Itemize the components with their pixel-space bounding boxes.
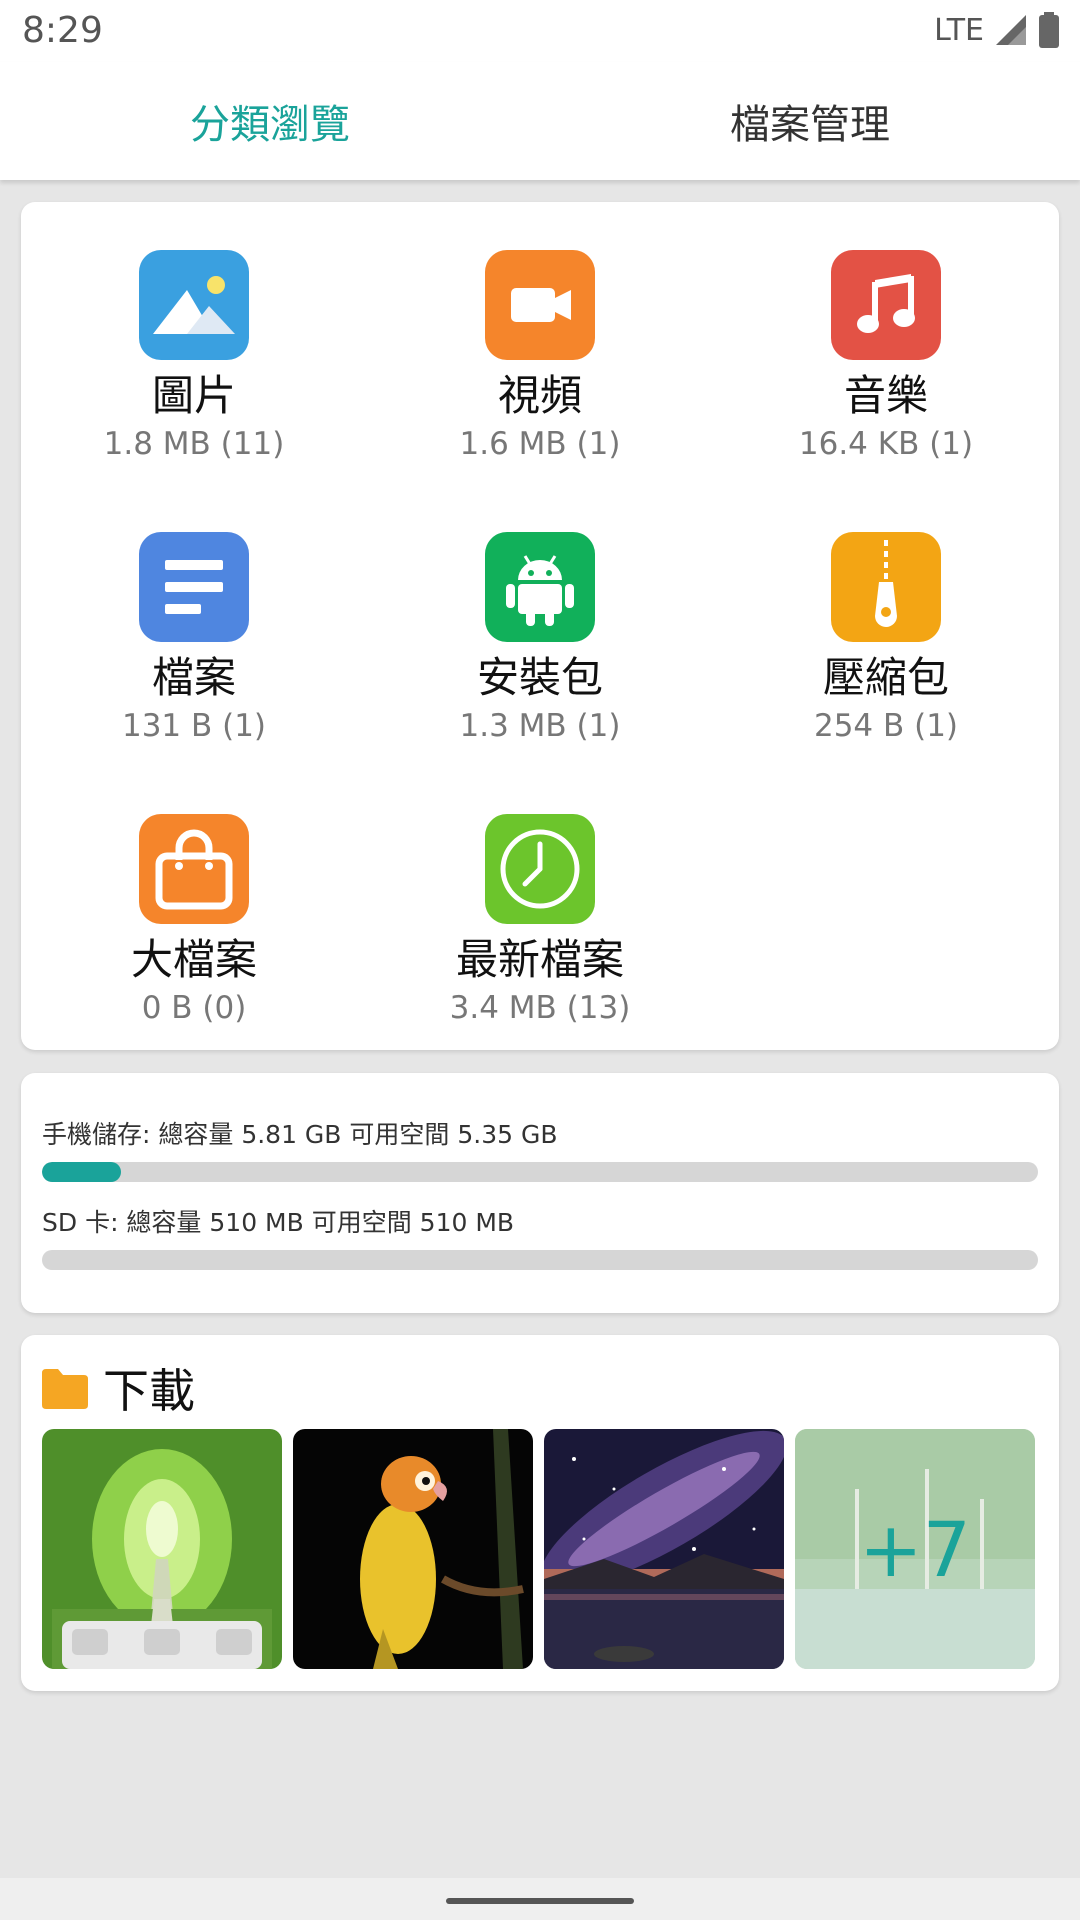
category-large-files[interactable]: 大檔案 0 B (0): [24, 814, 364, 1074]
category-label: 安裝包: [476, 653, 603, 702]
category-label: 圖片: [151, 371, 236, 420]
category-size: 1.8 MB (11): [103, 426, 285, 462]
category-documents[interactable]: 檔案 131 B (1): [24, 532, 364, 792]
category-label: 最新檔案: [455, 935, 624, 984]
navigation-bar: [0, 1878, 1080, 1920]
status-time: 8:29: [22, 10, 103, 51]
tab-file-manager[interactable]: 檔案管理: [540, 62, 1080, 180]
signal-icon: [996, 15, 1026, 45]
category-apk[interactable]: 安裝包 1.3 MB (1): [370, 532, 710, 792]
category-size: 131 B (1): [121, 708, 267, 744]
category-archives[interactable]: 壓縮包 254 B (1): [716, 532, 1056, 792]
bag-icon: [139, 814, 249, 924]
network-label: LTE: [934, 12, 984, 48]
video-icon: [485, 250, 595, 360]
phone-storage-fill: [42, 1162, 121, 1182]
category-images[interactable]: 圖片 1.8 MB (11): [24, 250, 364, 510]
category-music[interactable]: 音樂 16.4 KB (1): [716, 250, 1056, 510]
download-thumbnail[interactable]: [293, 1429, 533, 1669]
more-count-label: +7: [858, 1504, 972, 1594]
category-size: 0 B (0): [141, 990, 247, 1026]
tab-bar: 分類瀏覽 檔案管理: [0, 62, 1080, 180]
category-size: 1.6 MB (1): [459, 426, 621, 462]
category-label: 壓縮包: [822, 653, 949, 702]
category-label: 大檔案: [130, 935, 257, 984]
sd-storage-text: SD 卡: 總容量 510 MB 可用空間 510 MB: [42, 1208, 515, 1237]
tab-category-browse[interactable]: 分類瀏覽: [0, 62, 540, 180]
downloads-card[interactable]: 下載 +7: [21, 1335, 1059, 1691]
clock-icon: [485, 814, 595, 924]
category-label: 視頻: [497, 371, 582, 420]
folder-icon: [42, 1369, 88, 1409]
category-label: 檔案: [151, 653, 236, 702]
category-recent[interactable]: 最新檔案 3.4 MB (13): [370, 814, 710, 1074]
document-icon: [139, 532, 249, 642]
category-size: 254 B (1): [813, 708, 959, 744]
home-gesture-handle[interactable]: [446, 1898, 634, 1904]
category-size: 1.3 MB (1): [459, 708, 621, 744]
status-icons: LTE: [934, 12, 1060, 48]
category-card: 圖片 1.8 MB (11) 視頻 1.6 MB (1) 音樂 16.4 KB …: [21, 202, 1059, 1050]
category-size: 16.4 KB (1): [798, 426, 974, 462]
battery-icon: [1039, 12, 1059, 48]
music-icon: [831, 250, 941, 360]
download-thumbnail[interactable]: [42, 1429, 282, 1669]
zip-icon: [831, 532, 941, 642]
image-icon: [139, 250, 249, 360]
downloads-title: 下載: [103, 1364, 195, 1418]
download-more-thumbnail[interactable]: +7: [795, 1429, 1035, 1669]
category-label: 音樂: [843, 371, 928, 420]
download-thumbnail[interactable]: [544, 1429, 784, 1669]
status-bar: 8:29 LTE: [0, 0, 1080, 62]
category-size: 3.4 MB (13): [449, 990, 631, 1026]
sd-storage-bar: [42, 1250, 1038, 1270]
phone-storage-text: 手機儲存: 總容量 5.81 GB 可用空間 5.35 GB: [42, 1120, 558, 1149]
category-videos[interactable]: 視頻 1.6 MB (1): [370, 250, 710, 510]
android-icon: [485, 532, 595, 642]
storage-card[interactable]: 手機儲存: 總容量 5.81 GB 可用空間 5.35 GB SD 卡: 總容量…: [21, 1073, 1059, 1313]
phone-storage-bar: [42, 1162, 1038, 1182]
